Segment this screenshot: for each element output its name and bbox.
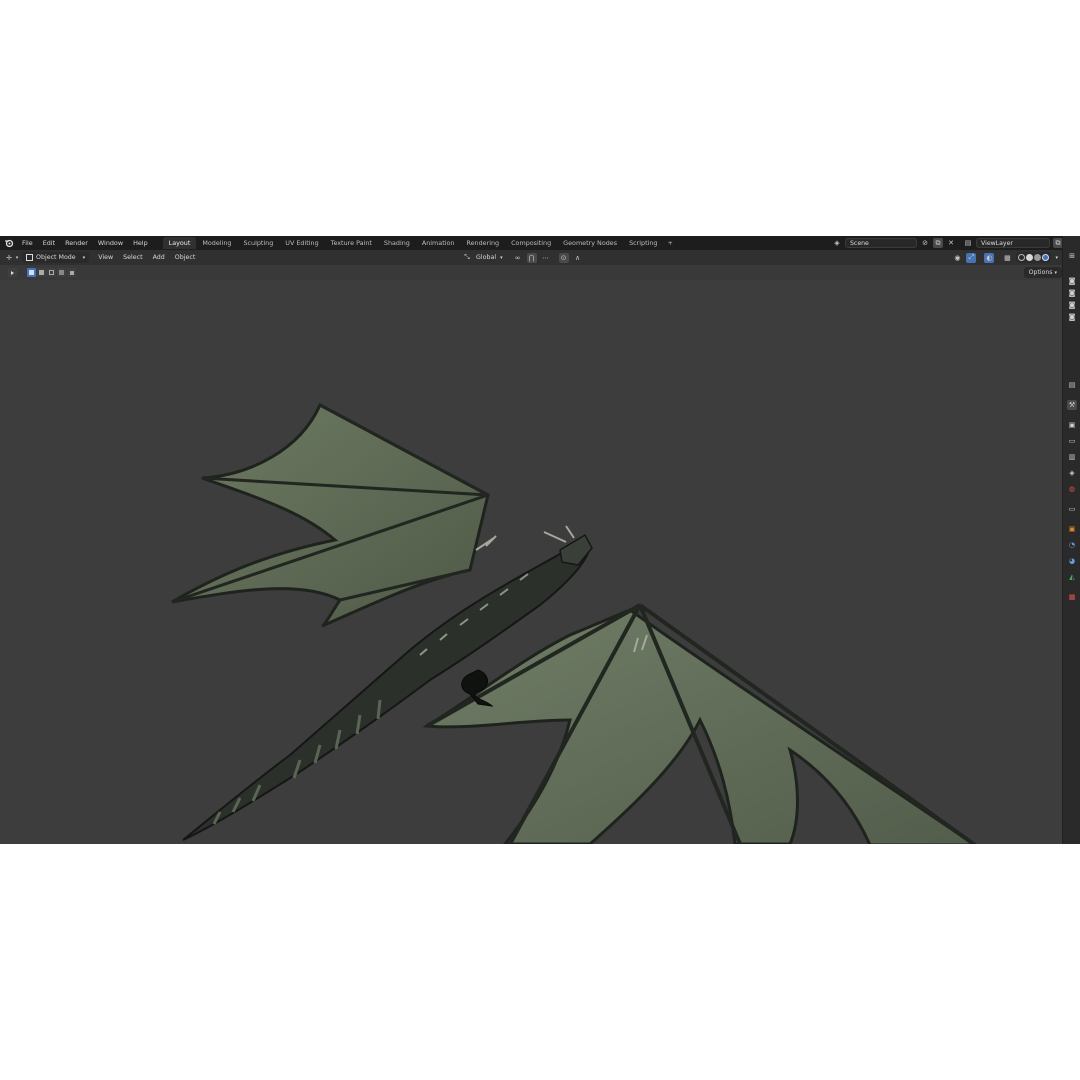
tab-texture-paint[interactable]: Texture Paint bbox=[325, 237, 378, 249]
menu-edit[interactable]: Edit bbox=[38, 239, 60, 247]
delete-scene-icon[interactable]: ✕ bbox=[946, 238, 956, 248]
chevron-down-icon: ▾ bbox=[500, 254, 503, 261]
properties-editor-icon[interactable]: ▤ bbox=[1067, 380, 1077, 390]
editor-type-icon[interactable]: ✛ bbox=[4, 253, 14, 263]
properties-tab-strip: ⊞ ◙ ◙ ◙ ◙ ▤ ⚒ ▣ ▭ ▥ ◈ ◍ ▭ ▣ ◔ ◕ ◭ ▩ bbox=[1062, 236, 1080, 844]
select-subtract-icon[interactable] bbox=[47, 268, 56, 277]
dragon-model bbox=[171, 402, 977, 844]
mode-selector[interactable]: Object Mode ▾ bbox=[22, 252, 90, 263]
dragon-head bbox=[559, 533, 593, 566]
xray-icon[interactable]: ▦ bbox=[1002, 253, 1012, 263]
collection-icon[interactable]: ▭ bbox=[1067, 504, 1077, 514]
chevron-down-icon: ▾ bbox=[1054, 270, 1057, 276]
menu-view[interactable]: View bbox=[93, 254, 118, 261]
scene-name-field[interactable]: Scene bbox=[845, 238, 917, 248]
view-layer-icon[interactable]: ▤ bbox=[963, 238, 973, 248]
tab-modeling[interactable]: Modeling bbox=[196, 237, 237, 249]
tool-settings-row: Options ▾ bbox=[0, 265, 1062, 280]
select-invert-icon[interactable] bbox=[57, 268, 66, 277]
orientation-icon: ⤡ bbox=[464, 253, 470, 261]
chevron-down-icon[interactable]: ▾ bbox=[1055, 255, 1058, 261]
selection-mode-group bbox=[27, 268, 76, 277]
material-preview-icon[interactable] bbox=[1034, 254, 1042, 261]
top-bar: File Edit Render Window Help Layout Mode… bbox=[0, 236, 1080, 250]
scene-controls: ◈ Scene ⊘ ⧉ ✕ ▤ ViewLayer ⧉ ✕ bbox=[832, 237, 1076, 249]
select-new-icon[interactable] bbox=[27, 268, 36, 277]
select-tool-icon[interactable] bbox=[8, 268, 17, 277]
menu-window[interactable]: Window bbox=[93, 239, 128, 247]
tab-shading[interactable]: Shading bbox=[378, 237, 416, 249]
camera-icon[interactable]: ◙ bbox=[1067, 300, 1077, 310]
select-extend-icon[interactable] bbox=[37, 268, 46, 277]
proportional-edit-icon[interactable]: ⊙ bbox=[558, 252, 569, 263]
menu-render[interactable]: Render bbox=[60, 239, 93, 247]
overlay-icon[interactable]: ◐ bbox=[984, 252, 995, 263]
pin-icon[interactable]: ⊘ bbox=[920, 238, 930, 248]
options-dropdown[interactable]: Options ▾ bbox=[1023, 267, 1062, 278]
tool-icon[interactable]: ⚒ bbox=[1067, 400, 1077, 410]
magnet-icon[interactable]: ⋂ bbox=[526, 252, 537, 263]
falloff-icon[interactable]: ∧ bbox=[573, 253, 583, 263]
tab-rendering[interactable]: Rendering bbox=[460, 237, 505, 249]
tab-scripting[interactable]: Scripting bbox=[623, 237, 663, 249]
editor-type-icon[interactable]: ⊞ bbox=[1067, 251, 1077, 261]
tab-layout[interactable]: Layout bbox=[162, 237, 197, 249]
camera-icon[interactable]: ◙ bbox=[1067, 312, 1077, 322]
snap-target-icon[interactable]: ⋯ bbox=[541, 253, 551, 263]
workspace-tabs: Layout Modeling Sculpting UV Editing Tex… bbox=[162, 236, 677, 250]
modifier-icon[interactable]: ◔ bbox=[1067, 540, 1077, 550]
view-layer-field[interactable]: ViewLayer bbox=[976, 238, 1050, 248]
shading-mode-group bbox=[1016, 252, 1052, 263]
options-label: Options bbox=[1028, 269, 1053, 276]
mode-label: Object Mode bbox=[36, 254, 76, 261]
menu-file[interactable]: File bbox=[17, 239, 38, 247]
menu-add[interactable]: Add bbox=[148, 254, 170, 261]
gizmo-icon[interactable]: ⤢ bbox=[966, 252, 977, 263]
right-wing bbox=[422, 608, 977, 844]
texture-icon[interactable]: ▩ bbox=[1067, 592, 1077, 602]
world-icon[interactable]: ◍ bbox=[1067, 484, 1077, 494]
menu-object[interactable]: Object bbox=[170, 254, 201, 261]
tab-uv-editing[interactable]: UV Editing bbox=[279, 237, 324, 249]
new-scene-icon[interactable]: ⧉ bbox=[933, 238, 943, 248]
solid-icon[interactable] bbox=[1026, 254, 1034, 261]
scene-icon[interactable]: ◈ bbox=[832, 238, 842, 248]
menu-help[interactable]: Help bbox=[128, 239, 153, 247]
render-icon[interactable]: ▣ bbox=[1067, 420, 1077, 430]
pivot-icon[interactable]: ∞ bbox=[513, 253, 523, 263]
chevron-down-icon[interactable]: ▾ bbox=[14, 253, 20, 263]
blender-logo-icon[interactable] bbox=[4, 238, 14, 248]
visibility-icon[interactable]: ◉ bbox=[952, 253, 962, 263]
chevron-down-icon: ▾ bbox=[82, 254, 86, 261]
tab-animation[interactable]: Animation bbox=[416, 237, 461, 249]
tab-compositing[interactable]: Compositing bbox=[505, 237, 557, 249]
viewport-display-tools: ◉ ⤢ ◐ ▦ ▾ bbox=[952, 252, 1058, 263]
view-layer-icon[interactable]: ▥ bbox=[1067, 452, 1077, 462]
scene-icon[interactable]: ◈ bbox=[1067, 468, 1077, 478]
object-icon[interactable]: ▣ bbox=[1067, 524, 1077, 534]
physics-icon[interactable]: ◕ bbox=[1067, 556, 1077, 566]
select-intersect-icon[interactable] bbox=[67, 268, 76, 277]
add-workspace-button[interactable]: + bbox=[663, 239, 676, 247]
object-data-icon[interactable]: ◭ bbox=[1067, 572, 1077, 582]
blender-window: File Edit Render Window Help Layout Mode… bbox=[0, 236, 1080, 844]
rendered-icon[interactable] bbox=[1042, 254, 1050, 261]
wireframe-icon[interactable] bbox=[1018, 254, 1026, 261]
tab-geometry-nodes[interactable]: Geometry Nodes bbox=[557, 237, 623, 249]
transform-orientation-label[interactable]: Global bbox=[476, 254, 496, 261]
viewport-header: ✛ ▾ Object Mode ▾ View Select Add Object… bbox=[0, 250, 1080, 265]
object-mode-icon bbox=[26, 254, 33, 261]
3d-viewport[interactable] bbox=[0, 280, 1062, 844]
camera-icon[interactable]: ◙ bbox=[1067, 288, 1077, 298]
output-icon[interactable]: ▭ bbox=[1067, 436, 1077, 446]
tab-sculpting[interactable]: Sculpting bbox=[237, 237, 279, 249]
transform-tools: ⤡ Global ▾ ∞ ⋂ ⋯ ⊙ ∧ bbox=[462, 252, 583, 263]
left-wing bbox=[171, 402, 490, 628]
camera-icon[interactable]: ◙ bbox=[1067, 276, 1077, 286]
menu-select[interactable]: Select bbox=[118, 254, 147, 261]
